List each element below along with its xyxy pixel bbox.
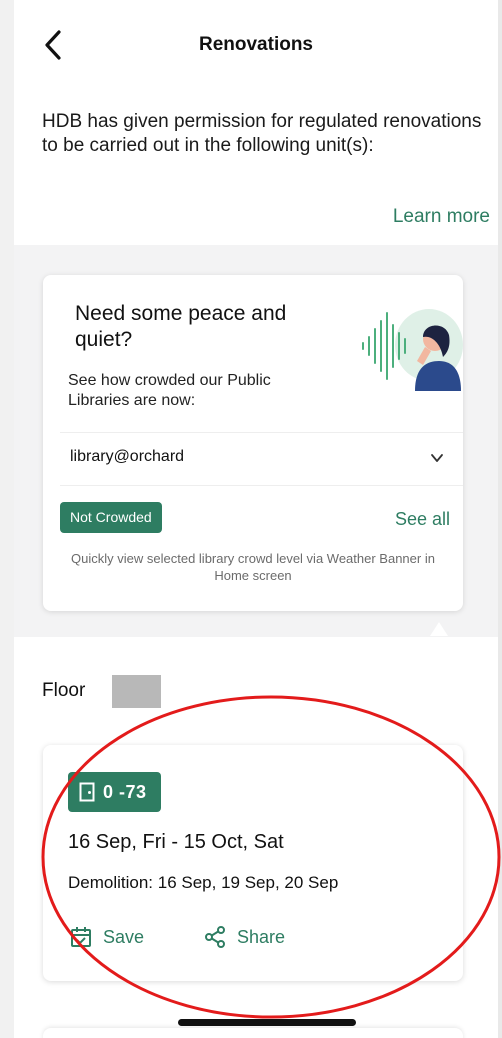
home-indicator <box>178 1019 356 1026</box>
quiet-person-illustration <box>362 309 463 391</box>
intro-text: HDB has given permission for regulated r… <box>42 111 482 156</box>
library-selected-value: library@orchard <box>70 448 185 465</box>
crowd-status-badge: Not Crowded <box>60 502 162 533</box>
screenshot-margin-right <box>498 0 502 1038</box>
promo-pointer <box>430 622 448 636</box>
unit-number: 0 -73 <box>103 781 147 802</box>
unit-badge: 0 -73 <box>68 772 161 812</box>
door-icon <box>79 782 95 802</box>
calendar-icon <box>71 927 91 947</box>
share-button[interactable]: Share <box>203 925 285 949</box>
intro-section: Renovations HDB has given permission for… <box>14 0 498 245</box>
screenshot-margin-left <box>0 0 14 1038</box>
header: Renovations <box>14 0 498 90</box>
promo-title: Need some peace and quiet? <box>75 302 287 351</box>
share-icon <box>205 926 225 948</box>
promo-subtitle: See how crowded our Public Libraries are… <box>68 372 271 409</box>
promo-footnote: Quickly view selected library crowd leve… <box>71 551 435 583</box>
learn-more-link[interactable]: Learn more <box>393 206 490 228</box>
renovation-card[interactable]: 0 -73 16 Sep, Fri - 15 Oct, Sat Demoliti… <box>43 745 463 981</box>
floor-number-redacted <box>112 675 161 708</box>
chevron-down-icon <box>431 454 443 462</box>
floor-label: Floor <box>42 680 86 701</box>
library-select[interactable]: library@orchard <box>60 432 463 486</box>
next-renovation-card-peek <box>43 1028 463 1038</box>
save-button[interactable]: Save <box>69 925 144 949</box>
page-title: Renovations <box>198 34 314 55</box>
renovations-screen: Renovations HDB has given permission for… <box>14 0 498 1038</box>
library-promo-card: Need some peace and quiet? See how crowd… <box>43 275 463 611</box>
renovation-date-range: 16 Sep, Fri - 15 Oct, Sat <box>68 831 284 853</box>
share-label: Share <box>237 926 286 947</box>
demolition-dates: Demolition: 16 Sep, 19 Sep, 20 Sep <box>68 873 339 892</box>
see-all-link[interactable]: See all <box>395 509 450 530</box>
save-label: Save <box>103 926 145 947</box>
